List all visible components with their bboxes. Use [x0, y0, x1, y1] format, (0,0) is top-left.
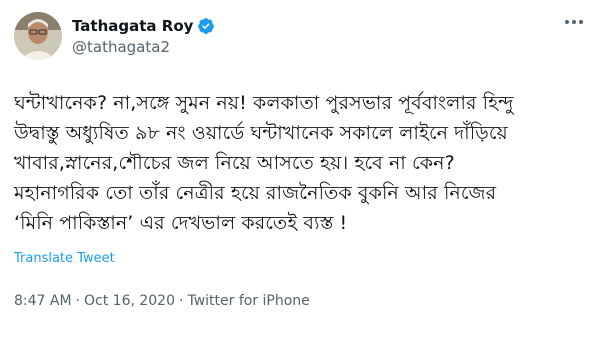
tweet-text-line: মহানাগরিক তো তাঁর নেত্রীর হয়ে রাজনৈতিক … [14, 182, 497, 204]
author-name-row[interactable]: Tathagata Roy [72, 16, 215, 36]
tweet-metadata: 8:47 AM · Oct 16, 2020 · Twitter for iPh… [14, 292, 586, 310]
meta-separator: · [75, 293, 80, 309]
more-dot [565, 20, 569, 24]
more-options-icon[interactable] [562, 14, 586, 30]
tweet-text-line: উদ্বাস্তু অধ্যুষিত ৯৮ নং ওয়ার্ডে ঘন্টাখ… [14, 122, 508, 144]
tweet-text: ঘন্টাখানেক? না,সঙ্গে সুমন নয়! কলকাতা পু… [14, 88, 586, 238]
verified-badge-icon [197, 17, 215, 35]
author-name[interactable]: Tathagata Roy [72, 16, 193, 36]
more-dot [579, 20, 583, 24]
tweet-header: Tathagata Roy @tathagata2 [14, 10, 586, 66]
avatar[interactable] [14, 12, 62, 60]
tweet-text-line: খাবার,স্নানের,শৌচের জল নিয়ে আসতে হয়। হ… [14, 152, 455, 174]
tweet-source[interactable]: Twitter for iPhone [187, 292, 309, 310]
tweet-time[interactable]: 8:47 AM [14, 292, 72, 310]
author-info: Tathagata Roy @tathagata2 [72, 16, 215, 57]
tweet-card: Tathagata Roy @tathagata2 ঘন্টাখানেক? না… [0, 0, 600, 338]
tweet-text-line: ‘মিনি পাকিস্তান’ এর দেখভাল করতেই ব্যস্ত … [14, 212, 348, 234]
more-dot [572, 20, 576, 24]
tweet-text-line: ঘন্টাখানেক? না,সঙ্গে সুমন নয়! কলকাতা পু… [14, 92, 514, 114]
translate-tweet-link[interactable]: Translate Tweet [14, 250, 115, 268]
author-handle[interactable]: @tathagata2 [72, 37, 215, 57]
tweet-date[interactable]: Oct 16, 2020 [84, 292, 175, 310]
meta-separator: · [179, 293, 184, 309]
